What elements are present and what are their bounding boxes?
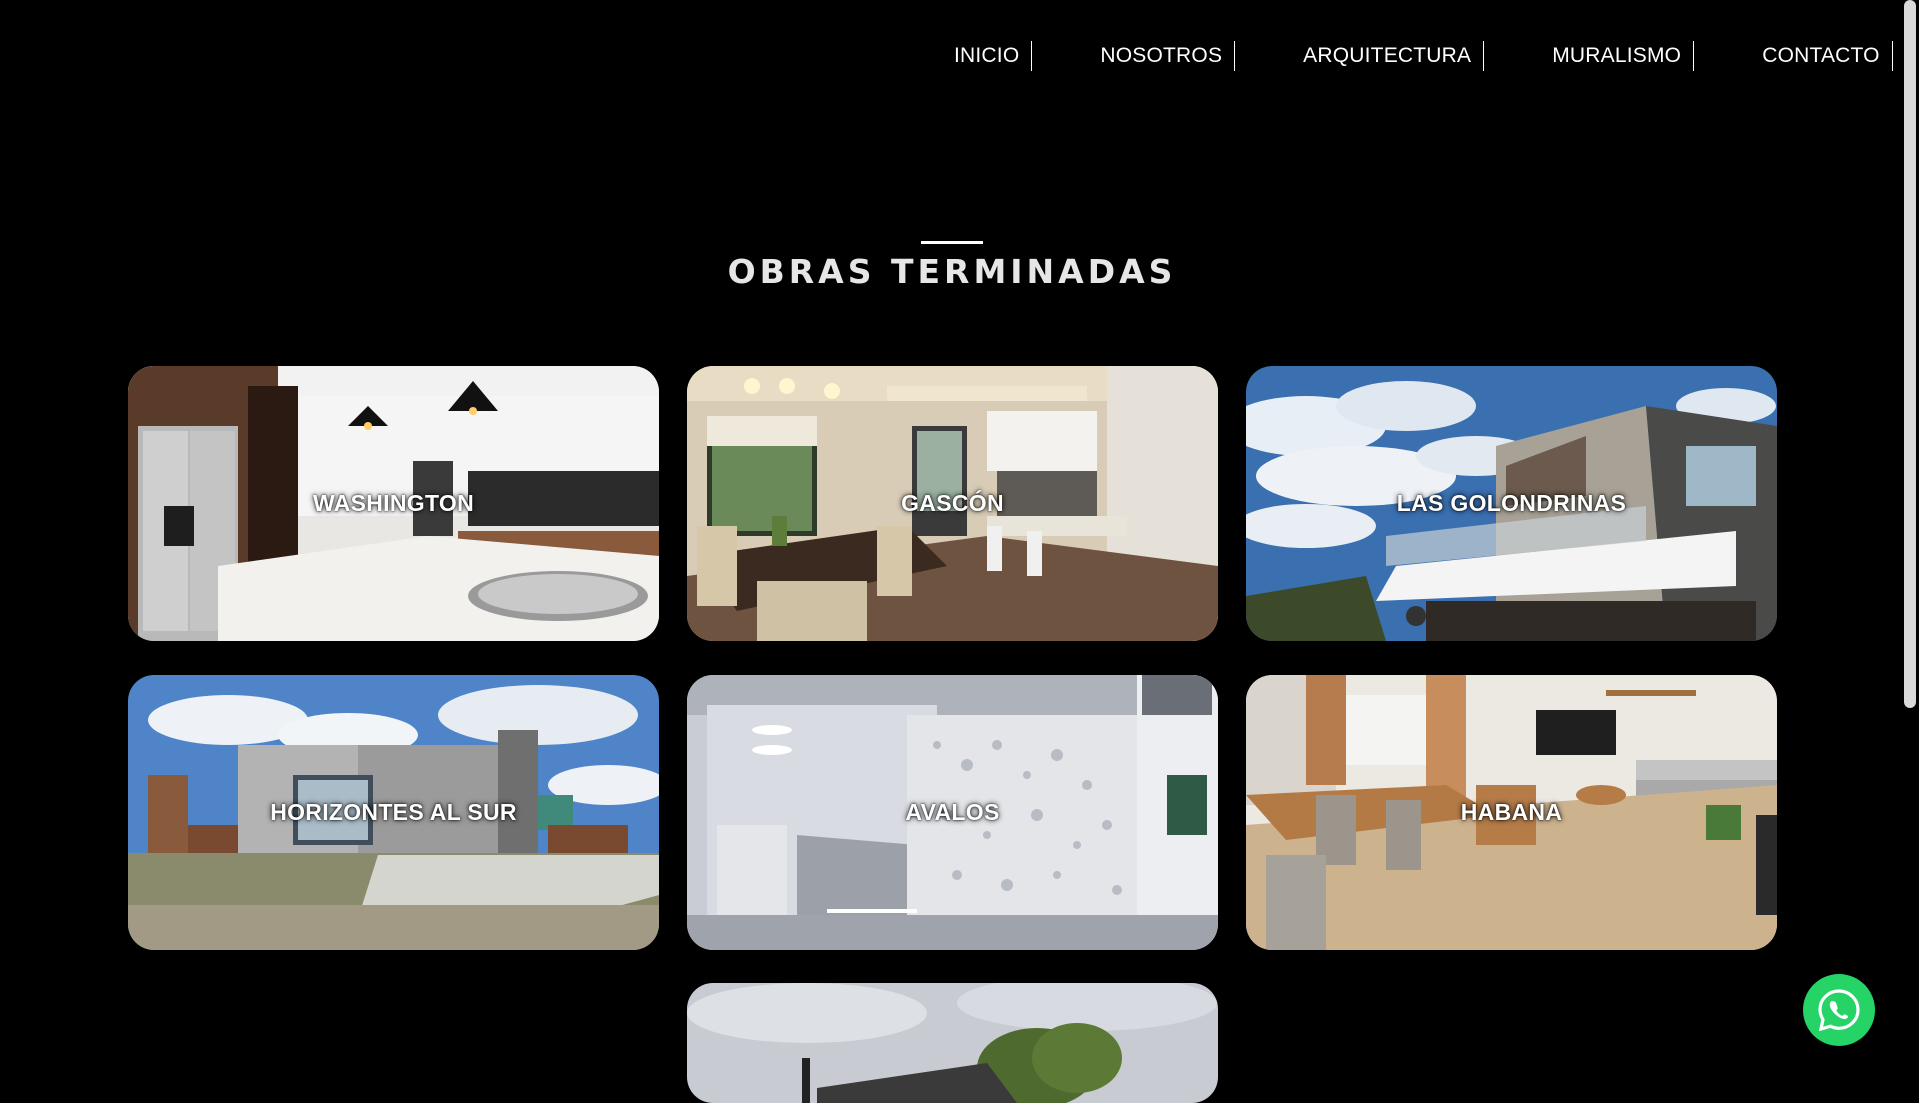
whatsapp-button[interactable] bbox=[1803, 974, 1875, 1046]
project-card-horizontes-al-sur[interactable]: HORIZONTES AL SUR bbox=[128, 675, 659, 950]
scrollbar-thumb[interactable] bbox=[1904, 0, 1916, 708]
title-accent-bar bbox=[921, 241, 983, 244]
project-card-gascon[interactable]: GASCÓN bbox=[687, 366, 1218, 641]
main-nav: INICIO NOSOTROS ARQUITECTURA MURALISMO C… bbox=[940, 38, 1893, 74]
nav-item-nosotros[interactable]: NOSOTROS bbox=[1086, 41, 1236, 71]
project-card-7[interactable] bbox=[687, 983, 1218, 1103]
project-label: HABANA bbox=[1460, 799, 1563, 825]
project-label: GASCÓN bbox=[901, 490, 1004, 516]
nav-item-arquitectura[interactable]: ARQUITECTURA bbox=[1289, 41, 1485, 71]
nav-item-contacto[interactable]: CONTACTO bbox=[1748, 41, 1893, 71]
section-title: OBRAS TERMINADAS bbox=[727, 252, 1177, 291]
whatsapp-icon bbox=[1818, 989, 1860, 1032]
project-card-washington[interactable]: WASHINGTON bbox=[128, 366, 659, 641]
project-label: AVALOS bbox=[905, 799, 1000, 825]
nav-item-muralismo[interactable]: MURALISMO bbox=[1538, 41, 1695, 71]
nav-item-inicio[interactable]: INICIO bbox=[940, 41, 1033, 71]
project-card-avalos[interactable]: AVALOS bbox=[687, 675, 1218, 950]
project-label: HORIZONTES AL SUR bbox=[270, 799, 517, 825]
project-card-habana[interactable]: HABANA bbox=[1246, 675, 1777, 950]
project-label bbox=[687, 983, 1218, 1103]
project-label: LAS GOLONDRINAS bbox=[1396, 490, 1627, 516]
project-label: WASHINGTON bbox=[312, 490, 475, 516]
scrollbar[interactable] bbox=[1901, 0, 1919, 1079]
project-card-las-golondrinas[interactable]: LAS GOLONDRINAS bbox=[1246, 366, 1777, 641]
